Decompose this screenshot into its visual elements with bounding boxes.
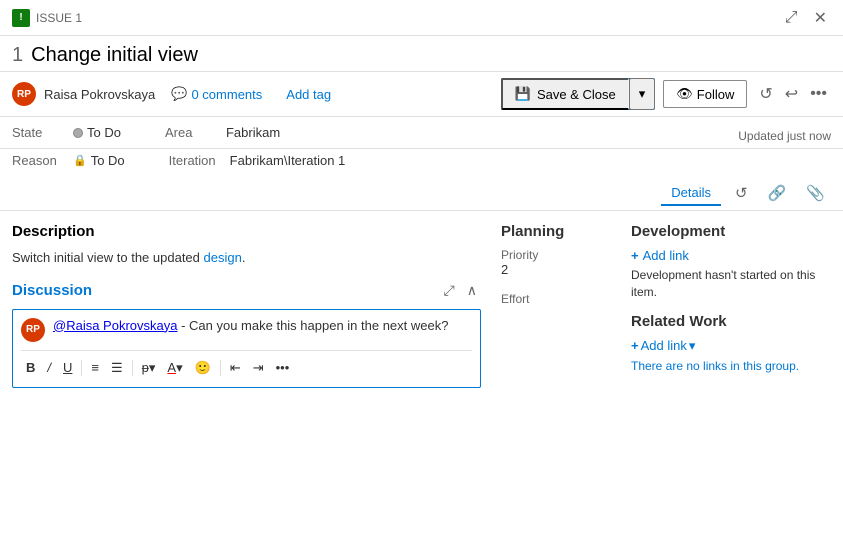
add-related-link-plus-icon: +	[631, 338, 639, 353]
refresh-button[interactable]: ↺	[755, 80, 776, 108]
comment-content: RP @Raisa Pokrovskaya - Can you make thi…	[21, 318, 472, 342]
comment-avatar: RP	[21, 318, 45, 342]
description-text-before: Switch initial view to the updated	[12, 250, 204, 265]
iteration-field: Iteration Fabrikam\Iteration 1	[169, 153, 346, 168]
expand-button[interactable]: ⤢	[781, 5, 802, 31]
save-close-button[interactable]: 💾 Save & Close	[501, 78, 629, 110]
comments-count: 0 comments	[191, 87, 262, 102]
reason-value: 🔒 To Do	[73, 153, 125, 168]
left-panel: Description Switch initial view to the u…	[12, 223, 481, 516]
comment-icon: 💬	[171, 86, 187, 102]
discussion-header: Discussion ⤢ ∧	[12, 280, 481, 301]
iteration-label: Iteration	[169, 153, 224, 168]
fields-row-2: Reason 🔒 To Do Iteration Fabrikam\Iterat…	[0, 149, 843, 176]
title-bar: 1 Change initial view	[0, 36, 843, 72]
related-note: There are no links in this group.	[631, 358, 831, 375]
area-field: Area Fabrikam	[165, 125, 280, 140]
middle-panel: Planning Priority 2 Effort	[501, 223, 611, 516]
toolbar: RP Raisa Pokrovskaya 💬 0 comments Add ta…	[0, 72, 843, 117]
separator-3	[220, 360, 221, 376]
eye-icon: 👁	[676, 86, 693, 102]
description-text: Switch initial view to the updated desig…	[12, 248, 481, 268]
strikethrough-button[interactable]: ᵽ▾	[137, 357, 161, 379]
issue-icon: !	[12, 9, 30, 27]
comment-toolbar: B / U ≡ ☰ ᵽ▾ A▾ 🙂 ⇤ ⇥ •••	[21, 350, 472, 379]
history-tab-button[interactable]: ↺	[729, 180, 754, 206]
description-link[interactable]: design	[204, 250, 242, 265]
planning-title: Planning	[501, 223, 611, 240]
lock-icon: 🔒	[73, 154, 87, 167]
discussion-expand-button[interactable]: ⤢	[440, 280, 459, 301]
save-close-dropdown-button[interactable]: ▾	[629, 78, 656, 110]
avatar: RP	[12, 82, 36, 106]
top-bar: ! ISSUE 1 ⤢ ✕	[0, 0, 843, 36]
reason-field: Reason 🔒 To Do	[12, 153, 125, 168]
link-tab-button[interactable]: 🔗	[762, 180, 793, 206]
updated-text: Updated just now	[738, 129, 831, 143]
underline-button[interactable]: U	[58, 357, 77, 378]
development-title: Development	[631, 223, 831, 240]
close-button[interactable]: ✕	[810, 4, 831, 32]
bold-button[interactable]: B	[21, 357, 40, 378]
author-name: Raisa Pokrovskaya	[44, 87, 155, 102]
save-close-group: 💾 Save & Close ▾	[501, 78, 655, 110]
description-title: Description	[12, 223, 481, 240]
state-field: State To Do	[12, 125, 121, 140]
discussion-icons: ⤢ ∧	[440, 280, 481, 301]
add-dev-link-plus-icon: +	[631, 248, 639, 263]
priority-value: 2	[501, 262, 611, 277]
state-label: State	[12, 125, 67, 140]
separator-1	[81, 360, 82, 376]
italic-button[interactable]: /	[42, 357, 56, 378]
iteration-value: Fabrikam\Iteration 1	[230, 153, 346, 168]
save-icon: 💾	[515, 86, 531, 102]
comment-text: @Raisa Pokrovskaya - Can you make this h…	[53, 318, 472, 333]
content-area: Description Switch initial view to the u…	[0, 211, 843, 528]
issue-label: ISSUE 1	[36, 11, 82, 25]
comments-button[interactable]: 💬 0 comments	[163, 82, 270, 106]
tab-details[interactable]: Details	[661, 181, 721, 206]
discussion-title: Discussion	[12, 282, 92, 299]
priority-label: Priority	[501, 248, 611, 262]
bullet-list-button[interactable]: ☰	[106, 357, 128, 379]
state-circle-icon	[73, 128, 83, 138]
align-left-button[interactable]: ≡	[86, 357, 104, 378]
follow-button[interactable]: 👁 Follow	[663, 80, 747, 108]
undo-button[interactable]: ↩	[781, 80, 802, 108]
related-title: Related Work	[631, 313, 831, 330]
dev-note: Development hasn't started on this item.	[631, 267, 831, 301]
add-dev-link[interactable]: + Add link	[631, 248, 831, 263]
indent-less-button[interactable]: ⇤	[225, 357, 246, 379]
state-value: To Do	[73, 125, 121, 140]
separator-2	[132, 360, 133, 376]
right-panel: Development + Add link Development hasn'…	[631, 223, 831, 516]
comment-area: RP @Raisa Pokrovskaya - Can you make thi…	[12, 309, 481, 388]
add-related-link-chevron-icon: ▾	[689, 338, 696, 354]
add-related-link[interactable]: + Add link ▾	[631, 338, 831, 354]
top-bar-right: ⤢ ✕	[781, 4, 831, 32]
area-value: Fabrikam	[226, 125, 280, 140]
fields-row-1: State To Do Area Fabrikam Updated just n…	[0, 117, 843, 149]
indent-more-button[interactable]: ⇥	[248, 357, 269, 379]
tabs-row: Details ↺ 🔗 📎	[0, 176, 843, 211]
more-options-button[interactable]: •••	[806, 81, 831, 107]
area-label: Area	[165, 125, 220, 140]
attachment-tab-button[interactable]: 📎	[800, 180, 831, 206]
mention-link[interactable]: @Raisa Pokrovskaya	[53, 318, 177, 333]
top-bar-left: ! ISSUE 1	[12, 9, 781, 27]
font-color-button[interactable]: A▾	[162, 357, 187, 379]
emoji-button[interactable]: 🙂	[190, 357, 216, 379]
discussion-collapse-button[interactable]: ∧	[463, 280, 481, 301]
related-note-link: in this group	[730, 359, 795, 373]
more-format-button[interactable]: •••	[271, 357, 295, 378]
issue-title: Change initial view	[31, 44, 198, 67]
effort-label: Effort	[501, 292, 611, 306]
reason-label: Reason	[12, 153, 67, 168]
description-text-after: .	[242, 250, 246, 265]
issue-number: 1	[12, 44, 23, 67]
toolbar-icon-buttons: ↺ ↩ •••	[755, 80, 831, 108]
add-tag-button[interactable]: Add tag	[278, 83, 339, 106]
